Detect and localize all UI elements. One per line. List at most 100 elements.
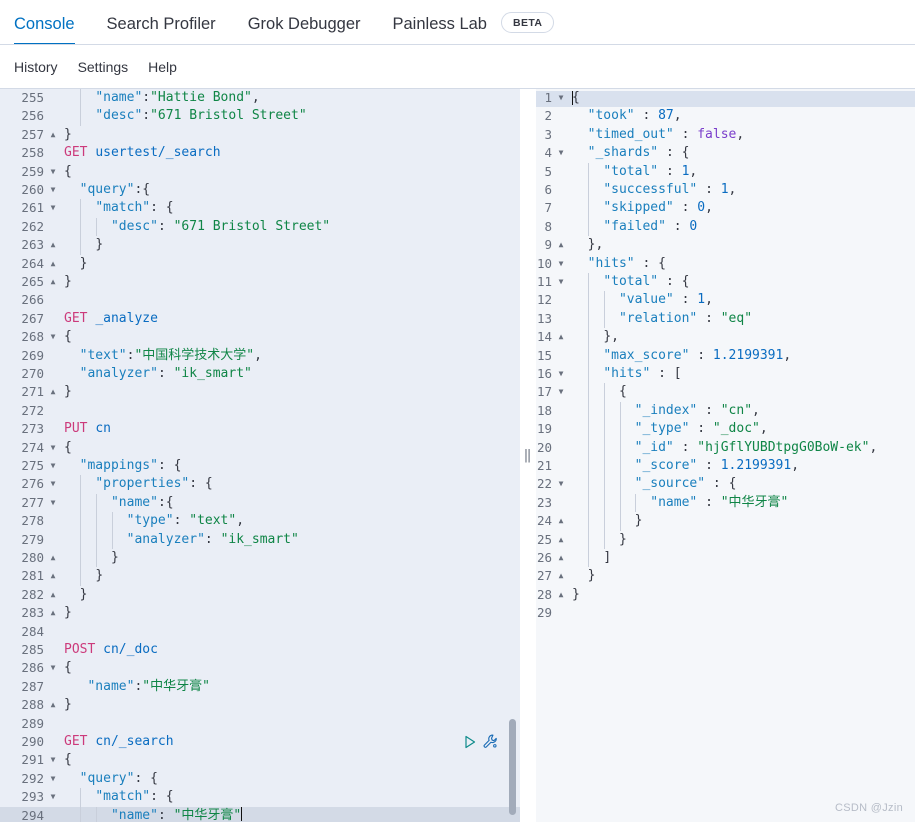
code-line[interactable]: } <box>60 273 520 291</box>
code-line[interactable] <box>568 604 915 622</box>
line-gutter[interactable]: 279 <box>0 531 60 549</box>
code-line[interactable]: GET usertest/_search <box>60 144 520 162</box>
line-gutter[interactable]: 257 ▲ <box>0 126 60 144</box>
line-gutter[interactable]: 273 <box>0 420 60 438</box>
code-line[interactable]: } <box>60 567 520 586</box>
code-line[interactable]: "mappings": { <box>60 457 520 475</box>
code-line[interactable]: "timed_out" : false, <box>568 126 915 144</box>
code-line[interactable]: } <box>568 586 915 604</box>
line-gutter[interactable]: 289 <box>0 715 60 733</box>
fold-toggle-icon[interactable]: ▼ <box>556 383 566 401</box>
line-gutter[interactable]: 277 ▼ <box>0 494 60 512</box>
line-gutter[interactable]: 293 ▼ <box>0 788 60 806</box>
code-line[interactable]: "analyzer": "ik_smart" <box>60 365 520 383</box>
code-line[interactable]: } <box>60 236 520 255</box>
code-line[interactable] <box>60 402 520 420</box>
code-line[interactable]: "max_score" : 1.2199391, <box>568 346 915 365</box>
fold-toggle-icon[interactable]: ▼ <box>48 494 58 512</box>
code-line[interactable]: } <box>60 604 520 622</box>
line-gutter[interactable]: 285 <box>0 641 60 659</box>
line-gutter[interactable]: 259 ▼ <box>0 163 60 181</box>
line-gutter[interactable]: 294 <box>0 806 60 822</box>
code-line[interactable]: "desc":"671 Bristol Street" <box>60 107 520 126</box>
fold-toggle-icon[interactable]: ▲ <box>556 586 566 604</box>
code-line[interactable]: ] <box>568 549 915 568</box>
response-viewer[interactable]: 1 ▼ 2 3 4 ▼ 5 6 7 8 9 ▲ 10 ▼ 11 ▼ 12 13 14 ▲ 15 16 ▼ 17 ▼ 18 19 20 2… <box>520 89 915 822</box>
line-gutter[interactable]: 265 ▲ <box>0 273 60 291</box>
code-line[interactable]: "skipped" : 0, <box>568 199 915 218</box>
code-line[interactable]: "match": { <box>60 788 520 807</box>
code-line[interactable]: "_type" : "_doc", <box>568 420 915 439</box>
tab-search-profiler[interactable]: Search Profiler <box>107 0 216 45</box>
fold-toggle-icon[interactable]: ▲ <box>48 586 58 604</box>
code-line[interactable]: "desc": "671 Bristol Street" <box>60 217 520 237</box>
code-line[interactable]: }, <box>568 328 915 347</box>
line-gutter[interactable]: 261 ▼ <box>0 199 60 217</box>
code-line[interactable]: "match": { <box>60 199 520 218</box>
code-line[interactable]: } <box>60 255 520 273</box>
code-line[interactable]: { <box>60 439 520 457</box>
code-line[interactable]: "total" : 1, <box>568 162 915 181</box>
line-gutter[interactable]: 270 <box>0 365 60 383</box>
code-line[interactable]: { <box>60 751 520 769</box>
request-vertical-scrollbar[interactable] <box>509 719 516 815</box>
code-line[interactable]: { <box>60 659 520 677</box>
code-line[interactable]: } <box>568 567 915 585</box>
code-line[interactable]: { <box>568 89 915 108</box>
fold-toggle-icon[interactable]: ▼ <box>556 255 566 273</box>
fold-toggle-icon[interactable]: ▼ <box>48 457 58 475</box>
code-line[interactable]: } <box>60 383 520 401</box>
line-gutter[interactable]: 267 <box>0 310 60 328</box>
code-line[interactable]: "relation" : "eq" <box>568 309 915 329</box>
code-line[interactable]: GET _analyze <box>60 310 520 328</box>
fold-toggle-icon[interactable]: ▲ <box>556 549 566 567</box>
line-gutter[interactable]: 278 <box>0 512 60 530</box>
code-line[interactable]: PUT cn <box>60 420 520 438</box>
line-gutter[interactable]: 272 <box>0 402 60 420</box>
line-gutter[interactable]: 280 ▲ <box>0 549 60 567</box>
line-gutter[interactable]: 274 ▼ <box>0 439 60 457</box>
request-gutter[interactable]: 255 256 257 ▲ 258 259 ▼ 260 ▼ 261 ▼ 262 263 ▲ 264 ▲ 265 ▲… <box>0 89 60 822</box>
line-gutter[interactable]: 262 <box>0 218 60 236</box>
code-line[interactable]: "analyzer": "ik_smart" <box>60 530 520 549</box>
fold-toggle-icon[interactable]: ▼ <box>48 439 58 457</box>
code-line[interactable] <box>60 623 520 641</box>
line-gutter[interactable]: 291 ▼ <box>0 751 60 769</box>
fold-toggle-icon[interactable]: ▲ <box>48 549 58 567</box>
code-line[interactable]: "query": { <box>60 770 520 788</box>
line-gutter[interactable]: 269 <box>0 347 60 365</box>
fold-toggle-icon[interactable]: ▼ <box>556 475 566 493</box>
line-gutter[interactable]: 287 <box>0 678 60 696</box>
code-line[interactable]: }, <box>568 236 915 254</box>
code-line[interactable]: "total" : { <box>568 273 915 292</box>
code-line[interactable]: "value" : 1, <box>568 291 915 310</box>
code-line[interactable]: "text":"中国科学技术大学", <box>60 347 520 365</box>
tab-console[interactable]: Console <box>14 0 75 45</box>
fold-toggle-icon[interactable]: ▼ <box>48 199 58 217</box>
request-code-area[interactable]: "name":"Hattie Bond", "desc":"671 Bristo… <box>60 89 520 822</box>
line-gutter[interactable]: 260 ▼ <box>0 181 60 199</box>
fold-toggle-icon[interactable]: ▲ <box>556 531 566 549</box>
code-line[interactable]: } <box>60 549 520 568</box>
play-icon[interactable] <box>463 735 477 755</box>
code-line[interactable]: "_shards" : { <box>568 144 915 162</box>
fold-toggle-icon[interactable]: ▲ <box>556 567 566 585</box>
line-gutter[interactable]: 281 ▲ <box>0 567 60 585</box>
line-gutter[interactable]: 263 ▲ <box>0 236 60 254</box>
line-gutter[interactable]: 275 ▼ <box>0 457 60 475</box>
code-line[interactable]: "hits" : [ <box>568 365 915 384</box>
line-gutter[interactable]: 292 ▼ <box>0 770 60 788</box>
line-gutter[interactable]: 288 ▲ <box>0 696 60 714</box>
fold-toggle-icon[interactable]: ▲ <box>48 126 58 144</box>
fold-toggle-icon[interactable]: ▲ <box>48 604 58 622</box>
fold-toggle-icon[interactable]: ▲ <box>48 567 58 585</box>
code-line[interactable]: "hits" : { <box>568 255 915 273</box>
code-line[interactable] <box>60 715 520 733</box>
line-gutter[interactable]: 256 <box>0 107 60 125</box>
fold-toggle-icon[interactable]: ▼ <box>48 770 58 788</box>
fold-toggle-icon[interactable]: ▲ <box>48 383 58 401</box>
code-line[interactable]: "name" : "中华牙膏" <box>568 493 915 513</box>
line-gutter[interactable]: 268 ▼ <box>0 328 60 346</box>
code-line[interactable]: "query":{ <box>60 181 520 199</box>
code-line[interactable]: "_score" : 1.2199391, <box>568 457 915 476</box>
